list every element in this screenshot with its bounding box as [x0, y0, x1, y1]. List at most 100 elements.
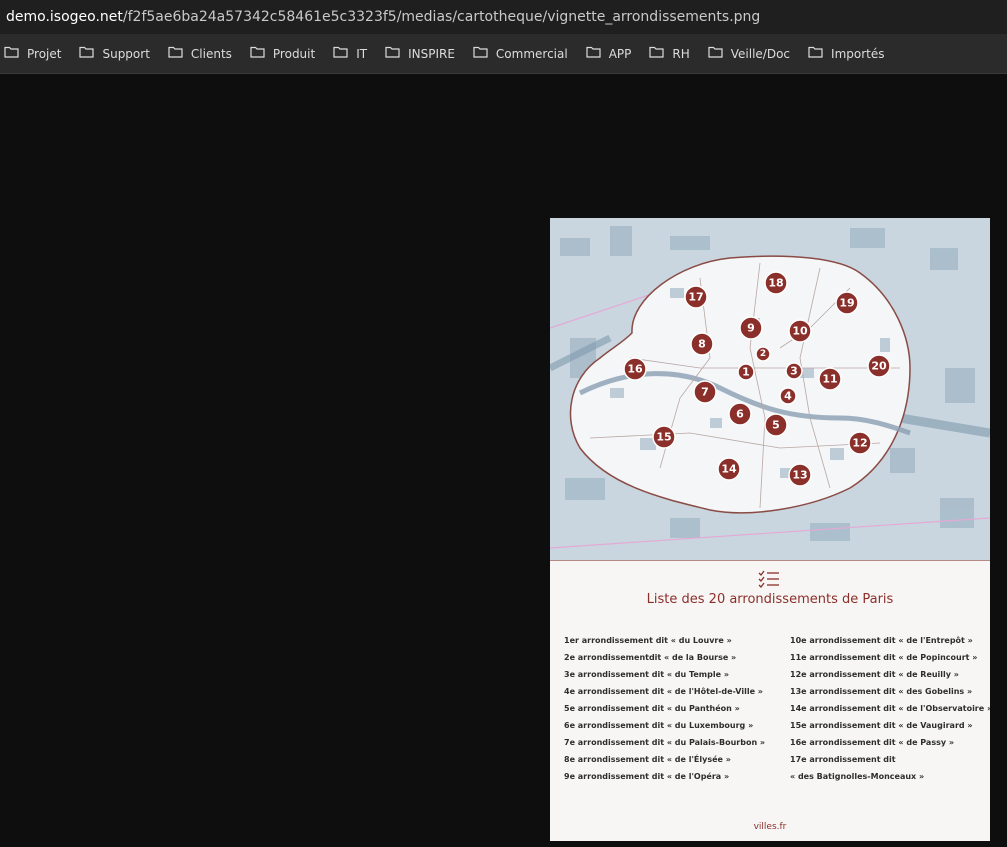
map-marker: 18 — [764, 271, 788, 295]
list-item: 16e arrondissement dit « de Passy » — [790, 738, 955, 747]
svg-text:6: 6 — [736, 408, 744, 421]
list-item: 11e arrondissement dit « de Popincourt » — [790, 653, 978, 662]
list-item: 14e arrondissement dit « de l'Observatoi… — [790, 704, 990, 713]
folder-icon — [168, 46, 191, 61]
address-bar[interactable]: demo.isogeo.net/f2f5ae6ba24a57342c58461e… — [0, 0, 1007, 34]
bookmark-label: IT — [356, 46, 368, 61]
list-item: 7e arrondissement dit « du Palais-Bourbo… — [564, 738, 766, 747]
bookmarks-bar: Projet Support Clients Produit IT INSPIR… — [0, 34, 1007, 74]
svg-text:9: 9 — [747, 322, 755, 335]
map-marker: 5 — [764, 413, 788, 437]
list-item: 2e arrondissementdit « de la Bourse » — [564, 653, 737, 662]
folder-icon — [473, 46, 496, 61]
bookmark-label: Clients — [190, 46, 232, 61]
folder-icon — [385, 46, 408, 61]
svg-text:4: 4 — [784, 390, 792, 403]
arrondissement-list-left: 1er arrondissement dit « du Louvre » 2e … — [564, 632, 765, 785]
map-marker: 11 — [818, 367, 842, 391]
map-marker: 8 — [690, 332, 714, 356]
map-marker: 2 — [755, 346, 771, 362]
address-path: /f2f5ae6ba24a57342c58461e5c3323f5/medias… — [122, 9, 761, 25]
map-marker: 6 — [728, 402, 752, 426]
folder-icon — [649, 46, 672, 61]
displayed-image: 1 2 3 4 5 6 7 8 9 10 11 12 13 14 15 16 1… — [550, 218, 990, 841]
image-title: Liste des 20 arrondissements de Paris — [646, 592, 894, 607]
bookmark-inspire[interactable]: INSPIRE — [385, 40, 455, 68]
svg-text:15: 15 — [656, 431, 671, 444]
bookmark-label: RH — [672, 46, 690, 61]
bookmark-label: APP — [608, 46, 632, 61]
list-item: 17e arrondissement dit — [790, 755, 896, 764]
bookmark-projet[interactable]: Projet — [4, 40, 61, 68]
list-item: 6e arrondissement dit « du Luxembourg » — [564, 721, 754, 730]
svg-text:8: 8 — [698, 338, 706, 351]
svg-text:20: 20 — [871, 360, 887, 373]
bookmark-label: INSPIRE — [408, 46, 455, 61]
list-item: 5e arrondissement dit « du Panthéon » — [564, 704, 740, 713]
bookmark-it[interactable]: IT — [333, 40, 367, 68]
map-marker: 9 — [739, 316, 763, 340]
bookmark-veille-doc[interactable]: Veille/Doc — [708, 40, 790, 68]
svg-text:13: 13 — [792, 469, 807, 482]
list-item: 12e arrondissement dit « de Reuilly » — [790, 670, 959, 679]
divider — [550, 560, 990, 561]
folder-icon — [79, 46, 102, 61]
map-marker: 10 — [788, 319, 812, 343]
map-marker: 19 — [835, 291, 859, 315]
map-marker: 12 — [848, 431, 872, 455]
bookmark-label: Support — [102, 46, 150, 61]
list-item: 3e arrondissement dit « du Temple » — [564, 670, 729, 679]
folder-icon — [586, 46, 609, 61]
bookmark-label: Produit — [272, 46, 316, 61]
svg-text:2: 2 — [760, 349, 766, 359]
bookmark-app[interactable]: APP — [586, 40, 632, 68]
svg-text:1: 1 — [742, 366, 750, 379]
svg-text:16: 16 — [627, 363, 643, 376]
map-marker: 14 — [717, 457, 741, 481]
bookmark-label: Veille/Doc — [730, 46, 791, 61]
svg-text:14: 14 — [721, 463, 737, 476]
svg-text:19: 19 — [839, 297, 854, 310]
bookmark-clients[interactable]: Clients — [168, 40, 232, 68]
svg-text:5: 5 — [772, 419, 780, 432]
arrondissement-list-right: 10e arrondissement dit « de l'Entrepôt »… — [790, 632, 990, 785]
map-marker: 17 — [684, 285, 708, 309]
paris-map: 1 2 3 4 5 6 7 8 9 10 11 12 13 14 15 16 1… — [550, 218, 990, 560]
svg-text:12: 12 — [852, 437, 867, 450]
bookmark-importes[interactable]: Importés — [808, 40, 885, 68]
list-item: 10e arrondissement dit « de l'Entrepôt » — [790, 636, 973, 645]
map-marker: 7 — [693, 380, 717, 404]
bookmark-label: Importés — [831, 46, 885, 61]
svg-text:7: 7 — [701, 386, 709, 399]
bookmark-produit[interactable]: Produit — [250, 40, 315, 68]
map-marker: 20 — [867, 354, 891, 378]
folder-icon — [708, 46, 731, 61]
map-marker: 15 — [652, 425, 676, 449]
bookmark-commercial[interactable]: Commercial — [473, 40, 568, 68]
svg-text:17: 17 — [688, 291, 703, 304]
list-item: 9e arrondissement dit « de l'Opéra » — [564, 772, 730, 781]
list-item: 8e arrondissement dit « de l'Élysée » — [564, 755, 731, 764]
list-item: 13e arrondissement dit « des Gobelins » — [790, 687, 973, 696]
map-marker: 3 — [785, 362, 803, 380]
bookmark-support[interactable]: Support — [79, 40, 150, 68]
svg-text:10: 10 — [792, 325, 808, 338]
svg-text:11: 11 — [822, 373, 837, 386]
map-marker: 16 — [623, 357, 647, 381]
bookmark-label: Commercial — [495, 46, 568, 61]
svg-text:18: 18 — [768, 277, 783, 290]
bookmark-label: Projet — [27, 46, 62, 61]
list-item: 4e arrondissement dit « de l'Hôtel-de-Vi… — [564, 687, 763, 696]
svg-text:3: 3 — [790, 365, 798, 378]
map-marker: 13 — [788, 463, 812, 487]
map-marker: 4 — [779, 387, 797, 405]
list-item: 15e arrondissement dit « de Vaugirard » — [790, 721, 973, 730]
checklist-icon — [758, 570, 780, 592]
list-item: « des Batignolles-Monceaux » — [790, 772, 925, 781]
image-footer: villes.fr — [753, 822, 787, 832]
folder-icon — [808, 46, 831, 61]
map-marker: 1 — [737, 363, 755, 381]
bookmark-rh[interactable]: RH — [649, 40, 690, 68]
address-host: demo.isogeo.net — [6, 9, 123, 25]
folder-icon — [4, 46, 27, 61]
